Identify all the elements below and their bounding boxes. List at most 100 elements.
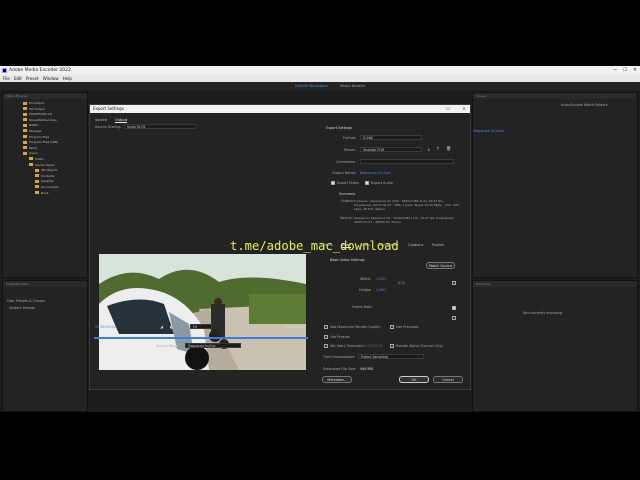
source-range-label: Source Range:	[156, 344, 181, 348]
metadata-button[interactable]: Metadata...	[322, 376, 352, 383]
match-source-button[interactable]: Match Source	[426, 262, 455, 269]
height-value[interactable]: 1,080	[376, 288, 386, 292]
save-preset-icon[interactable]: ⤓	[428, 146, 430, 151]
summary-header[interactable]: Summary	[339, 192, 355, 196]
menu-help[interactable]: Help	[63, 76, 72, 81]
folder-label: Temp	[29, 145, 37, 150]
folder-label: Kieran Vedan	[35, 162, 55, 167]
height-label: Height:	[359, 288, 372, 292]
folder-icon	[35, 185, 39, 189]
use-previews-label: Use Previews	[396, 325, 419, 329]
maximize-button[interactable]: ☐	[620, 66, 630, 75]
workspace-bar: Default Workspace Media Browser	[0, 82, 640, 90]
folder-label: Documents	[41, 184, 59, 189]
menu-edit[interactable]: Edit	[14, 76, 22, 81]
folder-label: Users	[29, 151, 38, 156]
aspect-icon[interactable]: ⊡	[253, 324, 256, 329]
use-proxies-checkbox[interactable]	[324, 335, 328, 339]
source-range-dropdown[interactable]: Sequence In/Out	[185, 343, 241, 348]
timeline-scrubber[interactable]	[94, 337, 308, 339]
timecode-in[interactable]: 00;00;00;00	[95, 325, 116, 329]
video-frame-image	[99, 254, 306, 370]
auto-encode-label[interactable]: Auto-Encode Watch Folders	[561, 103, 608, 107]
delete-preset-icon[interactable]: 🗑	[446, 146, 451, 151]
import-preset-icon[interactable]: ⤒	[437, 146, 439, 151]
folder-label: Public	[35, 156, 44, 161]
file-size-label: Estimated File Size:	[323, 367, 357, 371]
comments-label: Comments:	[336, 160, 356, 164]
folder-icon	[23, 146, 27, 150]
time-interpolation-label: Time Interpolation:	[323, 355, 356, 359]
frame-rate-label: Frame Rate:	[352, 305, 373, 309]
queue-file-item[interactable]: Sequence 01.mp4	[473, 129, 504, 133]
menu-file[interactable]: File	[3, 76, 10, 81]
set-in-point-icon[interactable]: ◢	[160, 324, 163, 329]
encoding-title: Encoding	[473, 281, 637, 287]
start-timecode-label: Set Start Timecode	[330, 344, 363, 348]
dialog-close-button[interactable]: ✕	[460, 105, 468, 113]
folder-icon	[23, 101, 27, 105]
folder-icon	[23, 151, 27, 155]
basic-video-header[interactable]: Basic Video Settings	[330, 258, 365, 262]
summary-source-text: Sequence, Sequence 01 · 1920x1080 (1.0),…	[354, 216, 455, 224]
field-order-checkbox[interactable]	[452, 316, 456, 320]
title-bar: Adobe Media Encoder 2022 — ☐ ✕	[0, 66, 640, 75]
max-render-checkbox[interactable]	[324, 325, 328, 329]
tab-output[interactable]: Output	[115, 118, 128, 123]
export-settings-header[interactable]: Export Settings	[326, 126, 352, 130]
queue-panel: Queue Auto-Encode Watch Folders Sequence…	[472, 92, 638, 278]
source-scaling-label: Source Scaling:	[95, 125, 122, 129]
export-audio-checkbox[interactable]	[365, 181, 369, 185]
system-presets-item[interactable]: System Presets	[9, 306, 35, 310]
summary-output-label: Output:	[341, 199, 354, 203]
frame-rate-match-checkbox[interactable]	[452, 306, 456, 310]
source-scaling-dropdown[interactable]: Scale To Fit	[124, 124, 196, 129]
export-video-checkbox[interactable]	[331, 181, 335, 185]
menu-window[interactable]: Window	[43, 76, 59, 81]
timecode-out: 00;07;41;27	[285, 325, 306, 329]
time-interpolation-dropdown[interactable]: Frame Sampling	[358, 354, 424, 359]
minimize-button[interactable]: —	[610, 66, 620, 75]
folder-label: Contacts	[41, 173, 55, 178]
close-button[interactable]: ✕	[630, 66, 640, 75]
set-out-point-icon[interactable]: ◣	[170, 324, 173, 329]
folder-icon	[29, 163, 33, 167]
fit-dropdown[interactable]: Fit	[190, 324, 212, 329]
workspace-media-browser[interactable]: Media Browser	[340, 82, 366, 90]
dialog-title: Export Settings	[90, 105, 470, 113]
width-match-checkbox[interactable]	[452, 281, 456, 285]
workspace-default[interactable]: Default Workspace	[295, 82, 328, 90]
link-dimensions-icon[interactable]: ⊂⊃	[398, 280, 405, 285]
menu-preset[interactable]: Preset	[26, 76, 38, 81]
folder-icon	[23, 112, 27, 116]
tab-captions[interactable]: Captions	[408, 243, 423, 247]
user-presets-label: User Presets & Groups	[7, 299, 46, 303]
folder-label: Netflix	[29, 123, 39, 128]
encoding-panel: Encoding Not currently encoding	[472, 280, 638, 412]
folder-label: Desktop	[41, 179, 54, 184]
output-name-link[interactable]: Sequence 01.mp4	[360, 171, 391, 175]
preset-browser-panel: Preset Browser User Presets & Groups Sys…	[2, 280, 88, 412]
folder-icon	[23, 107, 27, 111]
tab-publish[interactable]: Publish	[432, 243, 444, 247]
render-alpha-checkbox[interactable]	[390, 344, 394, 348]
folder-item[interactable]: Book	[23, 191, 87, 197]
dialog-maximize-button[interactable]: ☐	[444, 105, 452, 113]
cancel-button[interactable]: Cancel	[433, 376, 463, 383]
comments-input[interactable]	[360, 159, 454, 164]
width-value[interactable]: 1,920	[376, 277, 386, 281]
ok-button[interactable]: OK	[399, 376, 429, 383]
tab-source[interactable]: Source	[95, 118, 107, 122]
start-timecode-checkbox[interactable]	[324, 344, 328, 348]
start-timecode-value[interactable]: 00;00;00;00	[362, 344, 383, 348]
preset-dropdown[interactable]: Youtube FHD	[360, 147, 422, 152]
folder-label: MovieMakServices	[29, 117, 57, 122]
use-previews-checkbox[interactable]	[390, 325, 394, 329]
format-label: Format:	[343, 136, 357, 140]
folder-label: MORPHOSIS LD	[29, 112, 53, 117]
watermark-text: t.me/adobe_mac_download	[230, 239, 399, 253]
folder-label: 3D Objects	[41, 168, 58, 173]
format-dropdown[interactable]: H.264	[360, 135, 422, 140]
file-size-value: 946 MB	[360, 367, 373, 371]
window-title: Adobe Media Encoder 2022	[9, 68, 71, 73]
